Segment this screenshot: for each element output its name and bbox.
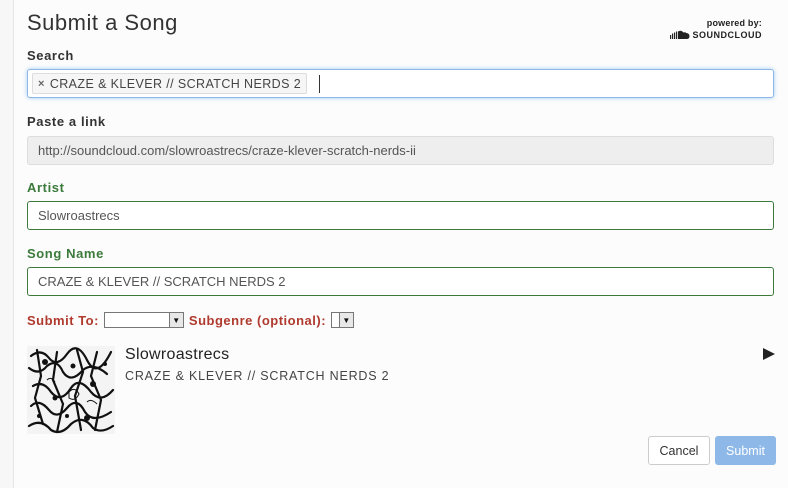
track-title: CRAZE & KLEVER // SCRATCH NERDS 2 — [125, 369, 390, 383]
soundcloud-icon — [669, 30, 689, 39]
submit-button[interactable]: Submit — [715, 436, 776, 465]
chevron-down-icon: ▼ — [339, 313, 354, 327]
soundcloud-wordmark: SOUNDCLOUD — [692, 30, 762, 40]
artist-label: Artist — [27, 180, 65, 195]
submit-to-row: Submit To: ▼ Subgenre (optional): ▼ — [27, 311, 359, 329]
paste-link-field[interactable]: http://soundcloud.com/slowroastrecs/craz… — [27, 136, 774, 165]
song-name-field[interactable]: CRAZE & KLEVER // SCRATCH NERDS 2 — [27, 267, 774, 296]
page-title: Submit a Song — [27, 10, 178, 35]
paste-link-label: Paste a link — [27, 114, 106, 129]
search-label: Search — [27, 48, 74, 63]
powered-by: powered by: SOUNDCLOUD — [669, 18, 763, 40]
soundcloud-logo[interactable]: SOUNDCLOUD — [669, 30, 763, 40]
search-token-label: CRAZE & KLEVER // SCRATCH NERDS 2 — [49, 76, 302, 91]
paste-link-value: http://soundcloud.com/slowroastrecs/craz… — [38, 143, 416, 158]
text-cursor — [319, 74, 321, 93]
song-name-label: Song Name — [27, 246, 104, 261]
search-token[interactable]: × CRAZE & KLEVER // SCRATCH NERDS 2 — [32, 73, 308, 94]
track-artist: Slowroastrecs — [125, 346, 230, 363]
album-artwork — [27, 346, 115, 434]
subgenre-select[interactable]: ▼ — [331, 312, 355, 328]
artist-field[interactable]: Slowroastrecs — [27, 201, 774, 230]
powered-by-label: powered by: — [706, 18, 762, 28]
remove-token-icon[interactable]: × — [38, 78, 45, 90]
song-name-value: CRAZE & KLEVER // SCRATCH NERDS 2 — [38, 274, 286, 289]
artist-value: Slowroastrecs — [38, 208, 120, 223]
search-input[interactable]: × CRAZE & KLEVER // SCRATCH NERDS 2 — [27, 69, 774, 98]
play-icon[interactable] — [762, 347, 776, 361]
chevron-down-icon: ▼ — [168, 313, 183, 327]
subgenre-label: Subgenre (optional): — [188, 312, 327, 328]
cancel-button[interactable]: Cancel — [648, 436, 710, 465]
submit-to-label: Submit To: — [27, 312, 99, 328]
submit-to-select[interactable]: ▼ — [103, 312, 184, 328]
